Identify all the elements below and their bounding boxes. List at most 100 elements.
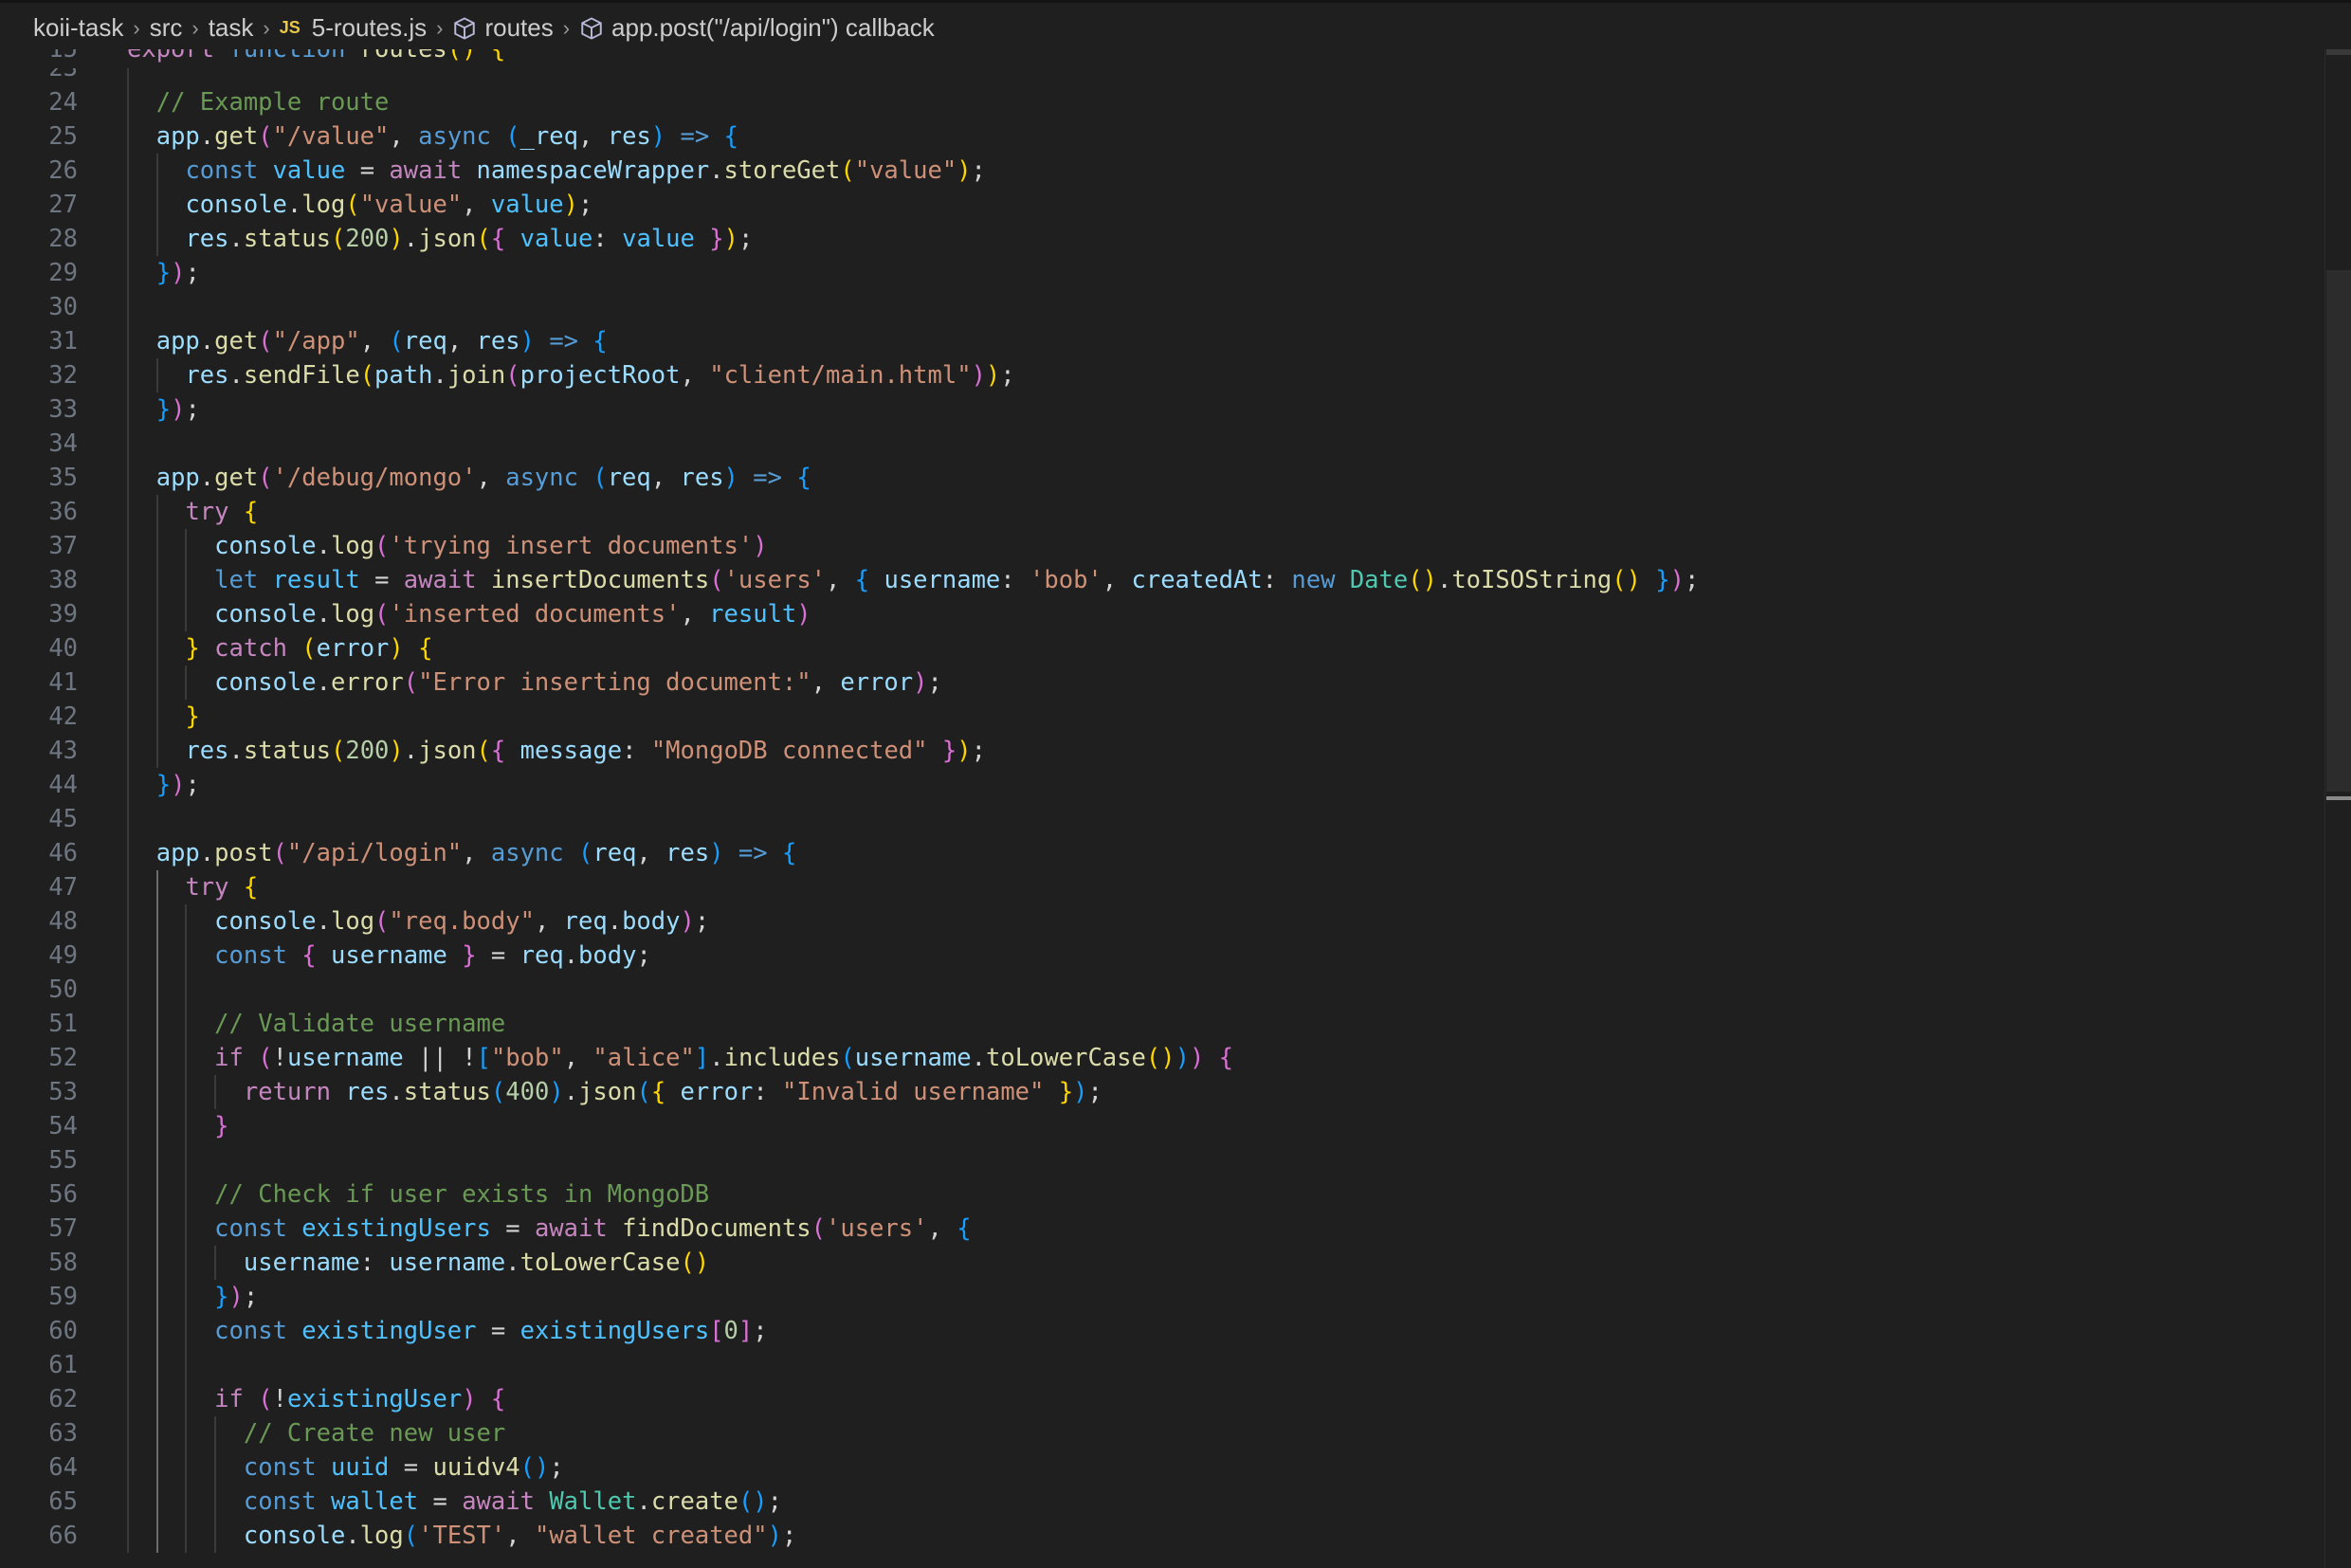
code-line[interactable]: 51 // Validate username: [0, 1007, 2323, 1041]
code-text: res.status(200).json({ value: value });: [185, 225, 754, 253]
code-line[interactable]: 31 app.get("/app", (req, res) => {: [0, 324, 2323, 358]
code-line[interactable]: 58 username: username.toLowerCase(): [0, 1246, 2323, 1280]
code-text: let result = await insertDocuments('user…: [214, 566, 1700, 594]
line-number: 56: [48, 1180, 78, 1209]
code-line[interactable]: 53 return res.status(400).json({ error: …: [0, 1075, 2323, 1109]
code-line[interactable]: 24 // Example route: [0, 85, 2323, 119]
line-number: 26: [48, 156, 78, 185]
code-text: // Check if user exists in MongoDB: [214, 1180, 710, 1209]
code-line[interactable]: 35 app.get('/debug/mongo', async (req, r…: [0, 461, 2323, 495]
chevron-right-icon: ›: [133, 15, 140, 40]
indent-guide: [185, 904, 188, 1553]
line-number: 60: [48, 1317, 78, 1345]
line-number: 44: [48, 771, 78, 799]
code-text: }: [185, 702, 200, 731]
sticky-scroll-line[interactable]: 15 export function routes() {: [0, 49, 2323, 68]
code-line[interactable]: 42 }: [0, 700, 2323, 734]
code-line[interactable]: 27 console.log("value", value);: [0, 188, 2323, 222]
indent-guide: [155, 358, 158, 392]
scrollbar-thumb[interactable]: [2326, 270, 2351, 792]
indent-guide: [155, 154, 158, 256]
code-line[interactable]: 30: [0, 290, 2323, 324]
code-text: if (!username || !["bob", "alice"].inclu…: [214, 1044, 1234, 1072]
code-line[interactable]: 29 });: [0, 256, 2323, 290]
code-text: // Validate username: [214, 1010, 506, 1038]
breadcrumb-item-src[interactable]: src: [150, 13, 183, 43]
code-line[interactable]: 43 res.status(200).json({ message: "Mong…: [0, 734, 2323, 768]
line-number: 32: [48, 361, 78, 390]
sticky-code-text: export function routes() {: [127, 49, 506, 64]
code-text: return res.status(400).json({ error: "In…: [243, 1078, 1103, 1106]
code-text: });: [155, 395, 200, 424]
code-line[interactable]: 39 console.log('inserted documents', res…: [0, 597, 2323, 631]
breadcrumb-item-task[interactable]: task: [209, 13, 254, 43]
code-line[interactable]: 46 app.post("/api/login", async (req, re…: [0, 836, 2323, 870]
symbol-method-icon: [454, 16, 476, 40]
line-number: 15: [48, 49, 78, 64]
code-line[interactable]: 28 res.status(200).json({ value: value }…: [0, 222, 2323, 256]
code-line[interactable]: 26 const value = await namespaceWrapper.…: [0, 154, 2323, 188]
code-text: try {: [185, 873, 259, 902]
line-number: 25: [48, 122, 78, 151]
code-line[interactable]: 56 // Check if user exists in MongoDB: [0, 1177, 2323, 1212]
code-line[interactable]: 49 const { username } = req.body;: [0, 939, 2323, 973]
code-line[interactable]: 48 console.log("req.body", req.body);: [0, 904, 2323, 939]
breadcrumb-item-routes[interactable]: routes: [484, 13, 553, 43]
code-line[interactable]: 55: [0, 1143, 2323, 1177]
code-line[interactable]: 62 if (!existingUser) {: [0, 1382, 2323, 1416]
breadcrumb-item-project[interactable]: koii-task: [33, 13, 123, 43]
indent-guide: [127, 51, 129, 1553]
line-number: 53: [48, 1078, 78, 1106]
line-number: 62: [48, 1385, 78, 1413]
code-line[interactable]: 65 const wallet = await Wallet.create();: [0, 1485, 2323, 1519]
line-number: 27: [48, 191, 78, 219]
code-text: // Example route: [155, 88, 390, 117]
code-line[interactable]: 57 const existingUsers = await findDocum…: [0, 1212, 2323, 1246]
code-line[interactable]: 45: [0, 802, 2323, 836]
code-text: console.error("Error inserting document:…: [214, 668, 942, 697]
code-text: app.get("/value", async (_req, res) => {: [155, 122, 738, 151]
line-number: 49: [48, 941, 78, 970]
code-text: const value = await namespaceWrapper.sto…: [185, 156, 986, 185]
breadcrumb-item-callback[interactable]: app.post("/api/login") callback: [611, 13, 935, 43]
code-editor[interactable]: 23 24 // Example route 25 app.get("/value"…: [0, 49, 2323, 1568]
code-line[interactable]: 37 console.log('trying insert documents'…: [0, 529, 2323, 563]
code-line[interactable]: 44 });: [0, 768, 2323, 802]
code-line[interactable]: 25 app.get("/value", async (_req, res) =…: [0, 119, 2323, 154]
line-number: 45: [48, 805, 78, 833]
code-line[interactable]: 40 } catch (error) {: [0, 631, 2323, 665]
code-text: res.sendFile(path.join(projectRoot, "cli…: [185, 361, 1015, 390]
code-text: app.get("/app", (req, res) => {: [155, 327, 608, 356]
code-line[interactable]: 52 if (!username || !["bob", "alice"].in…: [0, 1041, 2323, 1075]
code-line[interactable]: 59 });: [0, 1280, 2323, 1314]
indent-guide: [214, 1416, 217, 1553]
line-number: 65: [48, 1487, 78, 1516]
code-line[interactable]: 61: [0, 1348, 2323, 1382]
line-number: 40: [48, 634, 78, 663]
chevron-right-icon: ›: [436, 15, 444, 40]
code-line[interactable]: 47 try {: [0, 870, 2323, 904]
chevron-right-icon: ›: [562, 15, 571, 40]
line-number: 48: [48, 907, 78, 936]
line-number: 30: [48, 293, 78, 321]
line-number: 54: [48, 1112, 78, 1140]
line-number: 29: [48, 259, 78, 287]
code-line[interactable]: 34: [0, 427, 2323, 461]
code-line[interactable]: 38 let result = await insertDocuments('u…: [0, 563, 2323, 597]
code-text: }: [214, 1112, 229, 1140]
code-text: });: [214, 1283, 259, 1311]
code-line[interactable]: 64 const uuid = uuidv4();: [0, 1450, 2323, 1485]
code-line[interactable]: 63 // Create new user: [0, 1416, 2323, 1450]
chevron-right-icon: ›: [191, 15, 199, 40]
code-line[interactable]: 32 res.sendFile(path.join(projectRoot, "…: [0, 358, 2323, 392]
indent-guide: [185, 529, 188, 631]
code-line[interactable]: 60 const existingUser = existingUsers[0]…: [0, 1314, 2323, 1348]
code-line[interactable]: 41 console.error("Error inserting docume…: [0, 665, 2323, 700]
code-line[interactable]: 36 try {: [0, 495, 2323, 529]
code-line[interactable]: 54 }: [0, 1109, 2323, 1143]
code-line[interactable]: 50: [0, 973, 2323, 1007]
code-line[interactable]: 33 });: [0, 392, 2323, 427]
line-number: 42: [48, 702, 78, 731]
code-line[interactable]: 66 console.log('TEST', "wallet created")…: [0, 1519, 2323, 1553]
breadcrumb-item-file[interactable]: 5-routes.js: [312, 13, 427, 43]
